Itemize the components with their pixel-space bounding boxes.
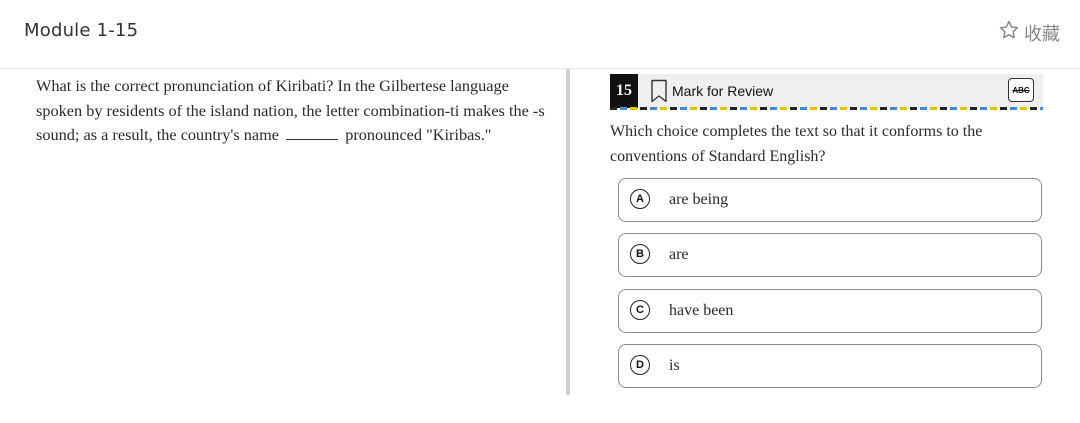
star-outline-icon bbox=[998, 19, 1020, 46]
toolbar-dashed-separator bbox=[610, 107, 1043, 110]
panel-divider[interactable] bbox=[566, 69, 570, 395]
choice-letter: B bbox=[630, 244, 650, 264]
module-title: Module 1-15 bbox=[24, 20, 139, 41]
choice-letter: D bbox=[630, 355, 650, 375]
choice-text: is bbox=[669, 357, 680, 374]
choice-a[interactable]: A are being bbox=[618, 178, 1042, 222]
passage-after-blank: pronounced "Kiribas." bbox=[345, 125, 492, 144]
question-number: 15 bbox=[610, 74, 638, 108]
choice-text: are being bbox=[669, 191, 729, 208]
choice-letter: C bbox=[630, 300, 650, 320]
passage-text: What is the correct pronunciation of Kir… bbox=[36, 74, 556, 148]
choice-d[interactable]: D is bbox=[618, 344, 1042, 388]
question-toolbar: 15 Mark for Review ABC bbox=[610, 74, 1043, 108]
favorite-button[interactable]: 收藏 bbox=[998, 19, 1060, 46]
answer-blank bbox=[286, 127, 339, 140]
choice-letter: A bbox=[630, 189, 650, 209]
choice-text: are bbox=[669, 246, 689, 263]
abc-eliminator-button[interactable]: ABC bbox=[1008, 78, 1034, 102]
abc-label: ABC bbox=[1012, 85, 1030, 95]
top-header: Module 1-15 收藏 bbox=[0, 0, 1080, 69]
question-prompt: Which choice completes the text so that … bbox=[610, 123, 983, 165]
choice-c[interactable]: C have been bbox=[618, 289, 1042, 333]
favorite-label: 收藏 bbox=[1024, 23, 1060, 45]
bookmark-icon[interactable] bbox=[650, 79, 668, 103]
choice-text: have been bbox=[669, 302, 734, 319]
mark-for-review-button[interactable]: Mark for Review bbox=[672, 83, 773, 99]
choice-b[interactable]: B are bbox=[618, 233, 1042, 277]
